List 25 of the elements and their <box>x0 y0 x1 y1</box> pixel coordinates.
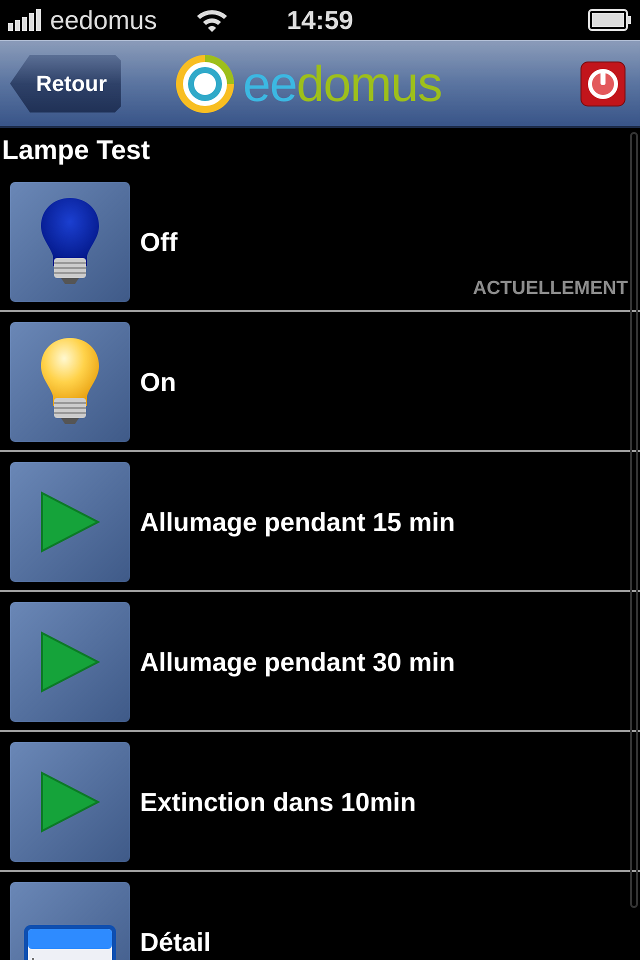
logo-text: eedomus <box>242 54 442 112</box>
action-row[interactable]: Allumage pendant 30 min <box>0 592 640 732</box>
current-state-label: ACTUELLEMENT <box>472 278 628 300</box>
power-icon[interactable] <box>580 60 626 106</box>
action-label: Allumage pendant 30 min <box>140 646 455 678</box>
action-label: Détail <box>140 926 211 958</box>
carrier-name: eedomus <box>50 4 157 36</box>
clock-time: 14:59 <box>286 5 354 35</box>
play-icon <box>40 771 100 833</box>
section-title: Lampe Test <box>1 134 152 167</box>
action-label: Off <box>140 226 178 258</box>
back-button[interactable]: Retour <box>10 54 121 112</box>
action-row[interactable]: Détail <box>0 872 640 960</box>
action-label: Extinction dans 10min <box>140 786 416 818</box>
action-label: On <box>140 366 176 398</box>
action-row[interactable]: Extinction dans 10min <box>0 732 640 872</box>
signal-icon <box>8 9 44 31</box>
battery-icon <box>588 9 632 31</box>
action-label: Allumage pendant 15 min <box>140 506 455 538</box>
action-row[interactable]: Allumage pendant 15 min <box>0 452 640 592</box>
wifi-icon <box>194 7 229 33</box>
play-icon <box>40 631 100 693</box>
play-icon <box>40 491 100 553</box>
action-row[interactable]: On <box>0 312 640 452</box>
action-row[interactable]: Off ACTUELLEMENT <box>0 172 640 312</box>
